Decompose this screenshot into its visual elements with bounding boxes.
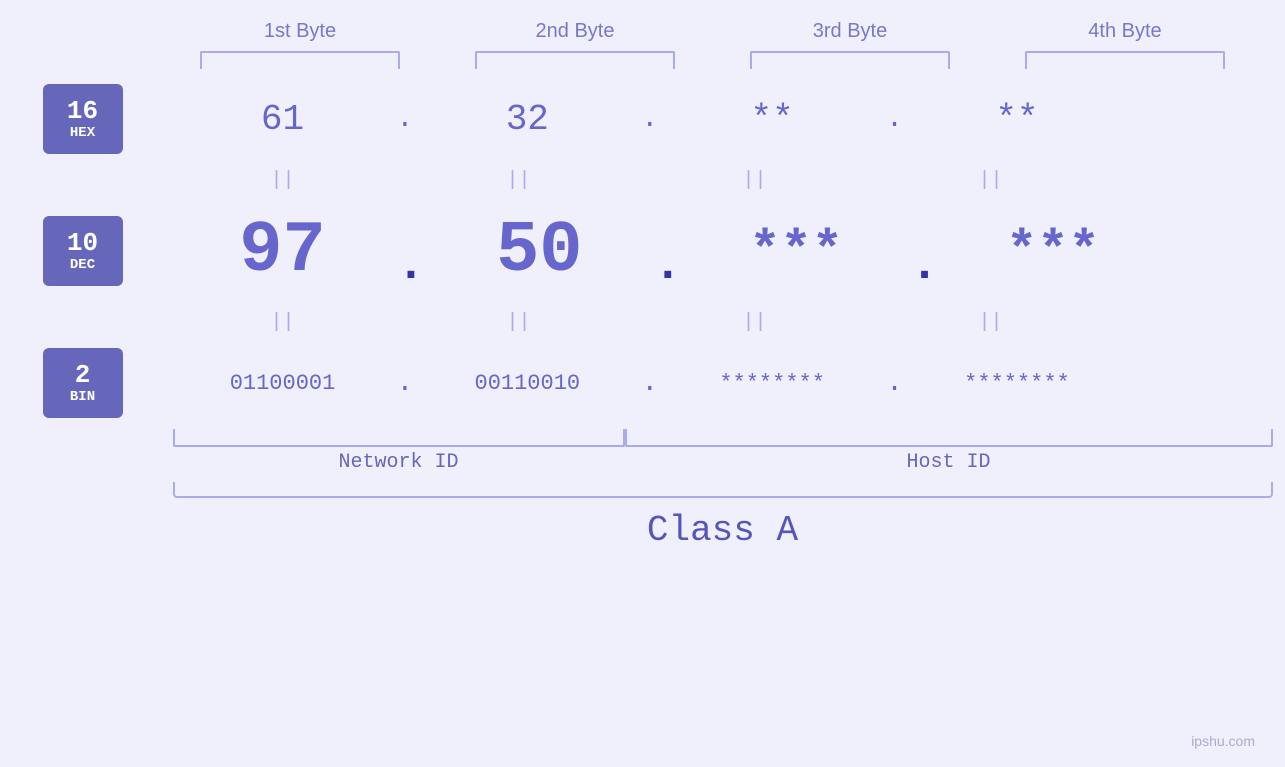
bin-value-row: 01100001 . 00110010 . ******** . *******… (173, 343, 1273, 423)
sep-row-2: || || || || (173, 301, 1273, 343)
dot-hex-2: . (641, 104, 658, 135)
rows-container: 16 HEX 10 DEC 2 BIN (33, 79, 1273, 551)
sub-bracket-row (173, 429, 1273, 447)
network-id-label: Network ID (338, 451, 458, 474)
sep-1-b3: || (742, 169, 766, 192)
dot-bin-1: . (397, 368, 414, 399)
full-bracket (173, 482, 1273, 498)
bin-badge: 2 BIN (43, 348, 123, 418)
sep-2-b2: || (506, 311, 530, 334)
dec-badge: 10 DEC (43, 216, 123, 286)
watermark: ipshu.com (1191, 733, 1255, 749)
byte-headers-row: 1st Byte 2nd Byte 3rd Byte 4th Byte (163, 20, 1263, 43)
sep-2-b4: || (978, 311, 1002, 334)
sep-2-b3: || (742, 311, 766, 334)
hex-num: 16 (67, 97, 98, 126)
hex-b1: 61 (261, 99, 304, 140)
bin-b4: ******** (964, 371, 1070, 396)
bin-num: 2 (75, 361, 91, 390)
byte1-header: 1st Byte (190, 20, 410, 43)
dec-b1: 97 (239, 210, 325, 292)
dec-name: DEC (70, 258, 95, 273)
dot-dec-1: . (397, 239, 426, 301)
hex-b4: ** (995, 99, 1038, 140)
dec-b3: *** (749, 222, 843, 281)
dot-dec-3: . (910, 239, 939, 301)
dot-dec-2: . (653, 239, 682, 301)
bin-badge-row: 2 BIN (43, 343, 123, 423)
bin-b1: 01100001 (230, 371, 336, 396)
top-brackets-row (163, 51, 1263, 69)
sep-row-1: || || || || (173, 159, 1273, 201)
main-container: 1st Byte 2nd Byte 3rd Byte 4th Byte 16 H… (0, 0, 1285, 767)
byte2-header: 2nd Byte (465, 20, 685, 43)
sep-2-b1: || (270, 311, 294, 334)
sep-1-b1: || (270, 169, 294, 192)
byte3-header: 3rd Byte (740, 20, 960, 43)
dot-hex-3: . (886, 104, 903, 135)
id-labels-row: Network ID Host ID (173, 451, 1273, 474)
base-labels-col: 16 HEX 10 DEC 2 BIN (33, 79, 173, 551)
dot-hex-1: . (397, 104, 414, 135)
dot-bin-3: . (886, 368, 903, 399)
bracket-byte1 (200, 51, 400, 69)
hex-badge: 16 HEX (43, 84, 123, 154)
dec-num: 10 (67, 229, 98, 258)
dec-b2: 50 (496, 210, 582, 292)
hex-value-row: 61 . 32 . ** . ** (173, 79, 1273, 159)
hex-b2: 32 (506, 99, 549, 140)
bin-b3: ******** (719, 371, 825, 396)
sep-1-b4: || (978, 169, 1002, 192)
bracket-byte3 (750, 51, 950, 69)
dec-value-row: 97 . 50 . *** . *** (173, 201, 1273, 301)
byte4-header: 4th Byte (1015, 20, 1235, 43)
values-col: 61 . 32 . ** . ** || || (173, 79, 1273, 551)
host-bracket (625, 429, 1273, 447)
hex-b3: ** (751, 99, 794, 140)
dec-b4: *** (1006, 222, 1100, 281)
bracket-byte2 (475, 51, 675, 69)
host-id-label: Host ID (906, 451, 990, 474)
bin-name: BIN (70, 390, 95, 405)
hex-badge-row: 16 HEX (43, 79, 123, 159)
network-bracket (173, 429, 625, 447)
bracket-byte4 (1025, 51, 1225, 69)
dot-bin-2: . (641, 368, 658, 399)
bin-b2: 00110010 (475, 371, 581, 396)
dec-badge-row: 10 DEC (43, 201, 123, 301)
class-label: Class A (173, 510, 1273, 551)
sep-1-b2: || (506, 169, 530, 192)
hex-name: HEX (70, 126, 95, 141)
